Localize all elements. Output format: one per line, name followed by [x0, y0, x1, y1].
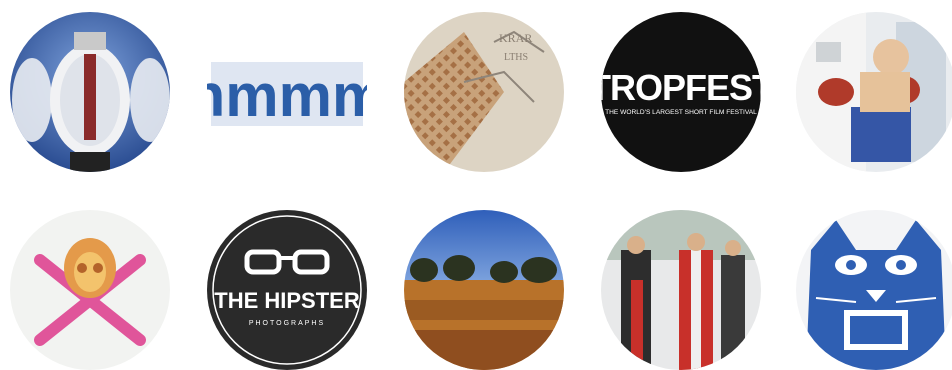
thumbnail-hmmm[interactable]: hmmm	[207, 12, 367, 172]
thumbnail-tropfest[interactable]: TROPFEST THE WORLD'S LARGEST SHORT FILM …	[601, 12, 761, 172]
hmmm-logo: hmmm	[207, 12, 367, 172]
map-pattern-artwork: KRAR LTHS	[404, 12, 564, 172]
landscape-photo	[404, 210, 564, 370]
thumbnail-pink-skull[interactable]	[10, 210, 170, 370]
lightbulb-artwork	[10, 12, 170, 172]
thumbnail-hipster[interactable]: THE HIPSTER PHOTOGRAPHS	[207, 210, 367, 370]
thumbnail-boxer[interactable]	[796, 12, 952, 172]
map-lettering-2: LTHS	[504, 52, 528, 63]
pink-skull-artwork	[10, 210, 170, 370]
fashion-photo	[601, 210, 761, 370]
hipster-logo: THE HIPSTER PHOTOGRAPHS	[207, 210, 367, 370]
map-lettering: KRAR	[499, 31, 532, 45]
tropfest-title: TROPFEST	[601, 67, 761, 108]
hipster-title: THE HIPSTER	[214, 288, 360, 313]
thumbnail-fashion-figures[interactable]	[601, 210, 761, 370]
thumbnail-map-pattern[interactable]: KRAR LTHS	[404, 12, 564, 172]
blue-cat-artwork	[796, 210, 952, 370]
hmmm-text: hmmm	[207, 62, 367, 129]
boxer-artwork	[796, 12, 952, 172]
thumbnail-landscape[interactable]	[404, 210, 564, 370]
thumbnail-grid: hmmm KRAR LTHS TROPFEST THE WORLD'S LARG…	[0, 0, 952, 370]
tropfest-logo: TROPFEST THE WORLD'S LARGEST SHORT FILM …	[601, 12, 761, 172]
thumbnail-blue-cat[interactable]	[796, 210, 952, 370]
hipster-subtitle: PHOTOGRAPHS	[249, 320, 325, 327]
tropfest-subtitle: THE WORLD'S LARGEST SHORT FILM FESTIVAL	[605, 109, 757, 116]
thumbnail-lightbulb[interactable]	[10, 12, 170, 172]
